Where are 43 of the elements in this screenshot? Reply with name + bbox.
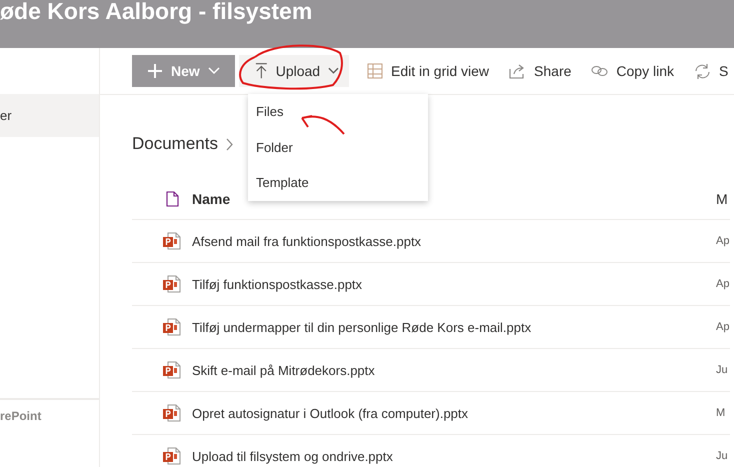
plus-icon xyxy=(147,63,163,79)
powerpoint-file-icon xyxy=(162,361,182,379)
sync-icon xyxy=(694,62,711,80)
annotation-arrow xyxy=(301,115,345,135)
toolbar-button[interactable]: Edit in grid view xyxy=(357,55,500,87)
toolbar-button[interactable]: Copy link xyxy=(581,55,684,87)
modified-cell-text: Ju xyxy=(716,364,729,376)
chevron-right-icon xyxy=(226,138,234,150)
file-name-link[interactable]: Afsend mail fra funktionspostkasse.pptx xyxy=(192,234,422,248)
share-icon xyxy=(509,64,526,78)
menu-item[interactable]: Files xyxy=(248,94,428,130)
menu-item[interactable]: Folder xyxy=(248,130,428,165)
powerpoint-file-icon xyxy=(162,404,182,422)
column-header[interactable]: Name xyxy=(192,191,230,207)
file-name-link[interactable]: Opret autosignatur i Outlook (fra computer).pptx xyxy=(192,406,468,420)
powerpoint-file-icon xyxy=(162,318,182,336)
toolbar-button[interactable]: Share xyxy=(499,55,582,87)
sidebar-footer-text: rePoint xyxy=(0,398,99,467)
modified-cell: Ap xyxy=(716,321,730,333)
modified-cell: Ap xyxy=(716,235,730,247)
menu-item[interactable]: Template xyxy=(248,165,428,200)
toolbar-button[interactable]: S xyxy=(684,55,734,87)
file-name-link[interactable]: Upload til filsystem og ondrive.pptx xyxy=(192,448,393,464)
breadcrumb-link[interactable]: Documents xyxy=(132,134,218,154)
grid-icon xyxy=(367,63,383,79)
powerpoint-file-icon xyxy=(162,275,182,293)
file-name-link[interactable]: Skift e-mail på Mitrødekors.pptx xyxy=(192,362,375,378)
chevron-down-icon xyxy=(208,67,220,75)
file-type-icon xyxy=(166,191,178,207)
sidebar-item[interactable]: er xyxy=(0,94,99,137)
file-name-link[interactable]: Tilføj undermapper til din personlige Røde Kors e-mail.pptx xyxy=(192,320,532,334)
modified-cell-text: Ju xyxy=(716,450,729,462)
powerpoint-file-icon xyxy=(162,232,182,250)
upload-icon xyxy=(255,62,268,80)
modified-cell: Ap xyxy=(716,278,730,290)
modified-cell-text: M xyxy=(716,407,726,419)
file-name-link[interactable]: Tilføj funktionspostkasse.pptx xyxy=(192,276,362,292)
site-title: øde Kors Aalborg - filsystem xyxy=(0,0,314,22)
column-header[interactable]: M xyxy=(716,191,730,207)
link-icon xyxy=(591,65,608,77)
toolbar-button[interactable]: Upload xyxy=(239,55,349,87)
chevron-down-icon xyxy=(328,67,339,75)
powerpoint-file-icon xyxy=(162,447,182,465)
